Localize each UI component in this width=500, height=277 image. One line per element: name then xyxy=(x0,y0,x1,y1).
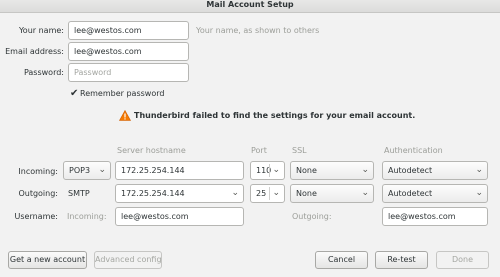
outgoing-ssl-select[interactable]: None ⌄ xyxy=(290,184,374,203)
chevron-down-icon: ⌄ xyxy=(272,188,280,198)
your-name-hint: Your name, as shown to others xyxy=(196,26,320,35)
chevron-down-icon: ⌄ xyxy=(98,165,106,175)
username-label: Username: xyxy=(14,212,58,221)
your-name-input[interactable]: lee@westos.com xyxy=(68,21,189,40)
outgoing-label: Outgoing: xyxy=(18,189,58,198)
username-outgoing-input[interactable]: lee@westos.com xyxy=(382,207,488,226)
username-incoming-label: Incoming: xyxy=(67,212,107,221)
header-port: Port xyxy=(251,146,267,155)
password-input[interactable]: Password xyxy=(68,63,189,82)
done-button[interactable]: Done xyxy=(436,251,489,269)
window-title: Mail Account Setup xyxy=(206,0,294,9)
chevron-down-icon: ⌄ xyxy=(231,188,239,198)
incoming-ssl-select[interactable]: None ⌄ xyxy=(290,161,374,180)
incoming-protocol-value: POP3 xyxy=(69,166,91,175)
outgoing-auth-select[interactable]: Autodetect ⌄ xyxy=(382,184,488,203)
username-outgoing-label: Outgoing: xyxy=(292,212,332,221)
chevron-down-icon: ⌄ xyxy=(475,188,483,198)
incoming-hostname-input[interactable]: 172.25.254.144 xyxy=(115,161,244,180)
header-server-hostname: Server hostname xyxy=(117,146,186,155)
combo-separator xyxy=(269,164,270,177)
warning-triangle-icon xyxy=(119,110,131,121)
header-authentication: Authentication xyxy=(384,146,443,155)
chevron-down-icon: ⌄ xyxy=(272,165,280,175)
advanced-config-button[interactable]: Advanced config xyxy=(94,251,162,269)
incoming-port-combo[interactable]: 110 ⌄ xyxy=(250,161,285,180)
your-name-label: Your name: xyxy=(18,26,64,35)
remember-password-label[interactable]: Remember password xyxy=(80,89,164,99)
chevron-down-icon: ⌄ xyxy=(361,188,369,198)
outgoing-ssl-value: None xyxy=(296,189,317,198)
cancel-button[interactable]: Cancel xyxy=(315,251,368,269)
password-label: Password: xyxy=(23,68,64,77)
outgoing-port-combo[interactable]: 25 ⌄ xyxy=(250,184,285,203)
window-titlebar: Mail Account Setup xyxy=(0,0,500,13)
outgoing-hostname-value: 172.25.254.144 xyxy=(121,189,185,198)
incoming-ssl-value: None xyxy=(296,166,317,175)
outgoing-protocol-value: SMTP xyxy=(68,189,90,198)
outgoing-port-value: 25 xyxy=(256,189,267,198)
outgoing-hostname-combo[interactable]: 172.25.254.144 ⌄ xyxy=(115,184,244,203)
email-address-input[interactable]: lee@westos.com xyxy=(68,42,189,61)
chevron-down-icon: ⌄ xyxy=(361,165,369,175)
username-incoming-input[interactable]: lee@westos.com xyxy=(115,207,244,226)
chevron-down-icon: ⌄ xyxy=(475,165,483,175)
outgoing-auth-value: Autodetect xyxy=(388,189,433,198)
combo-separator xyxy=(269,187,270,200)
warning-message: Thunderbird failed to find the settings … xyxy=(134,111,416,120)
incoming-auth-value: Autodetect xyxy=(388,166,433,175)
incoming-label: Incoming: xyxy=(18,167,58,176)
incoming-protocol-select[interactable]: POP3 ⌄ xyxy=(63,161,111,180)
header-ssl: SSL xyxy=(292,146,307,155)
incoming-auth-select[interactable]: Autodetect ⌄ xyxy=(382,161,488,180)
email-address-label: Email address: xyxy=(5,47,64,56)
get-new-account-button[interactable]: Get a new account xyxy=(8,251,87,269)
remember-password-checkbox[interactable]: ✔ xyxy=(70,89,80,99)
retest-button[interactable]: Re-test xyxy=(375,251,428,269)
